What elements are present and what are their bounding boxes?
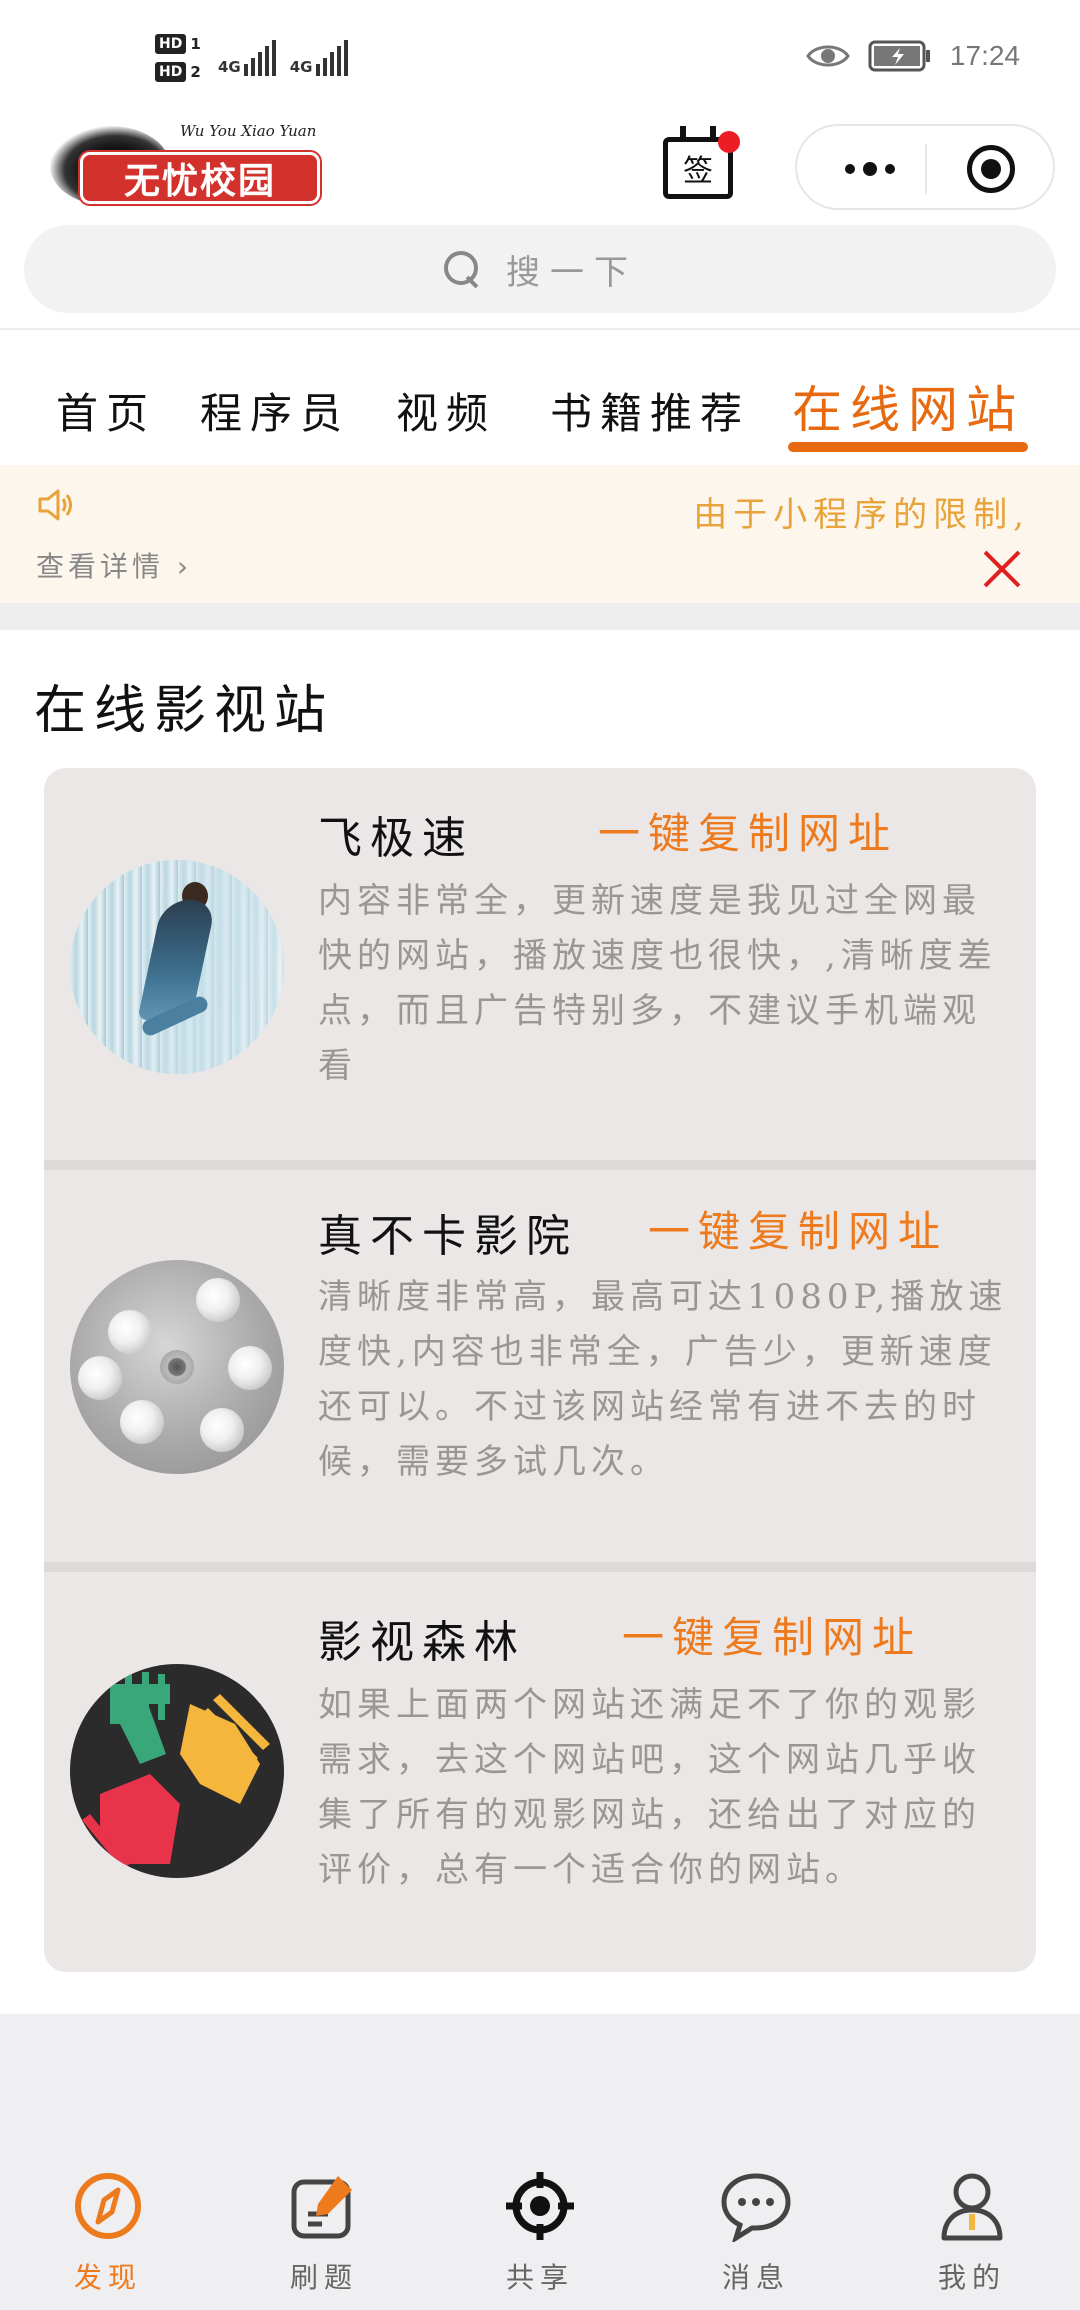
speaker-icon bbox=[38, 489, 72, 521]
notice-close-icon[interactable] bbox=[980, 547, 1024, 591]
notice-details-label: 查看详情 bbox=[36, 550, 165, 583]
search-icon bbox=[442, 249, 482, 289]
header-divider bbox=[0, 328, 1080, 330]
signin-label: 签 bbox=[683, 154, 713, 189]
notice-message: 由于小程序的限制, bbox=[693, 495, 1030, 535]
signal-1: 4G bbox=[218, 36, 276, 76]
daily-signin-button[interactable]: 签 bbox=[660, 125, 740, 205]
site-description: 内容非常全，更新速度是我见过全网最快的网站，播放速度也很快，,清晰度差点，而且广… bbox=[318, 881, 997, 1086]
film-reel-image bbox=[70, 1260, 284, 1474]
sim-indicators: HD 1 HD 2 bbox=[155, 30, 205, 86]
target-icon bbox=[506, 2172, 574, 2240]
signal-2: 4G bbox=[290, 36, 348, 76]
nav-share[interactable]: 共享 bbox=[480, 2160, 600, 2310]
site-thumbnail bbox=[70, 860, 284, 1074]
signal-bars-icon bbox=[315, 36, 348, 76]
status-bar: HD 1 HD 2 4G 4G 17:24 bbox=[0, 0, 1080, 120]
tab-books[interactable]: 书籍推荐 bbox=[550, 380, 750, 441]
section-separator bbox=[0, 603, 1080, 630]
tab-programmer[interactable]: 程序员 bbox=[200, 380, 350, 441]
site-name: 影视森林 bbox=[318, 1617, 526, 1668]
status-right: 17:24 bbox=[806, 40, 1020, 72]
signal-bars-icon bbox=[243, 36, 276, 76]
nav-label: 我的 bbox=[937, 2261, 1006, 2294]
search-placeholder: 搜一下 bbox=[506, 252, 638, 293]
sim-number-1: 1 bbox=[190, 35, 201, 53]
hands-logo-image bbox=[70, 1664, 284, 1878]
site-thumbnail bbox=[70, 1260, 284, 1474]
bottom-tab-bar: 发现 刷题 共享 消息 我的 bbox=[0, 2160, 1080, 2310]
app-header: 无忧校园 Wu You Xiao Yuan 签 bbox=[0, 110, 1080, 220]
card-divider bbox=[44, 1160, 1036, 1170]
compass-icon bbox=[75, 2173, 141, 2239]
nav-practice[interactable]: 刷题 bbox=[264, 2160, 384, 2310]
chat-icon bbox=[721, 2173, 791, 2242]
nav-messages[interactable]: 消息 bbox=[696, 2160, 816, 2310]
close-miniprogram-button[interactable] bbox=[967, 145, 1015, 193]
tab-video[interactable]: 视频 bbox=[396, 380, 496, 441]
notification-dot bbox=[718, 131, 740, 153]
card-divider bbox=[44, 1562, 1036, 1572]
nav-label: 发现 bbox=[73, 2261, 142, 2294]
category-tabs: 首页 程序员 视频 书籍推荐 在线网站 bbox=[0, 370, 1080, 460]
edit-icon bbox=[291, 2176, 352, 2239]
site-name: 飞极速 bbox=[318, 813, 474, 864]
nav-label: 共享 bbox=[505, 2261, 574, 2294]
eye-icon bbox=[806, 45, 850, 67]
copy-url-button[interactable]: 一键复制网址 bbox=[648, 1198, 948, 1259]
nav-label: 消息 bbox=[721, 2261, 790, 2294]
site-card: 真不卡影院 一键复制网址 清晰度非常高，最高可达1080P,播放速度快,内容也非… bbox=[44, 1170, 1036, 1562]
battery-icon bbox=[868, 40, 930, 72]
notice-details-link[interactable]: 查看详情 › bbox=[36, 545, 192, 585]
copy-url-button[interactable]: 一键复制网址 bbox=[622, 1604, 922, 1665]
capsule-divider bbox=[925, 144, 927, 194]
nav-discover[interactable]: 发现 bbox=[48, 2160, 168, 2310]
sim-number-2: 2 bbox=[190, 63, 201, 81]
miniprogram-capsule bbox=[795, 124, 1055, 210]
network-type-1: 4G bbox=[218, 58, 241, 76]
site-thumbnail bbox=[70, 1664, 284, 1878]
network-signals: 4G 4G bbox=[218, 36, 348, 76]
clock: 17:24 bbox=[949, 40, 1020, 71]
search-input[interactable]: 搜一下 bbox=[24, 225, 1056, 313]
nav-profile[interactable]: 我的 bbox=[912, 2160, 1032, 2310]
site-description: 清晰度非常高，最高可达1080P,播放速度快,内容也非常全，广告少，更新速度还可… bbox=[318, 1277, 1008, 1482]
notice-bar: 由于小程序的限制, 查看详情 › bbox=[0, 465, 1080, 603]
user-icon bbox=[941, 2173, 1003, 2241]
section-title: 在线影视站 bbox=[34, 681, 335, 741]
logo-text: 无忧校园 bbox=[80, 152, 320, 204]
site-card: 飞极速 一键复制网址 内容非常全，更新速度是我见过全网最快的网站，播放速度也很快… bbox=[44, 768, 1036, 1160]
more-options-button[interactable] bbox=[825, 126, 915, 212]
logo-script: Wu You Xiao Yuan bbox=[180, 122, 317, 140]
network-type-2: 4G bbox=[289, 58, 313, 76]
app-logo: 无忧校园 Wu You Xiao Yuan bbox=[50, 122, 320, 210]
site-list: 飞极速 一键复制网址 内容非常全，更新速度是我见过全网最快的网站，播放速度也很快… bbox=[44, 768, 1036, 1972]
tab-home[interactable]: 首页 bbox=[56, 380, 156, 441]
site-card: 影视森林 一键复制网址 如果上面两个网站还满足不了你的观影需求，去这个网站吧，这… bbox=[44, 1572, 1036, 1972]
hands-icon bbox=[82, 1672, 270, 1869]
nav-label: 刷题 bbox=[289, 2261, 358, 2294]
site-name: 真不卡影院 bbox=[318, 1211, 578, 1262]
tab-online-sites[interactable]: 在线网站 bbox=[792, 370, 1024, 442]
runner-image bbox=[70, 860, 284, 1074]
copy-url-button[interactable]: 一键复制网址 bbox=[598, 800, 898, 861]
hd-badge-2: HD bbox=[155, 62, 187, 82]
hd-badge-1: HD bbox=[155, 34, 187, 54]
site-description: 如果上面两个网站还满足不了你的观影需求，去这个网站吧，这个网站几乎收集了所有的观… bbox=[318, 1685, 981, 1890]
active-tab-indicator bbox=[788, 442, 1028, 452]
